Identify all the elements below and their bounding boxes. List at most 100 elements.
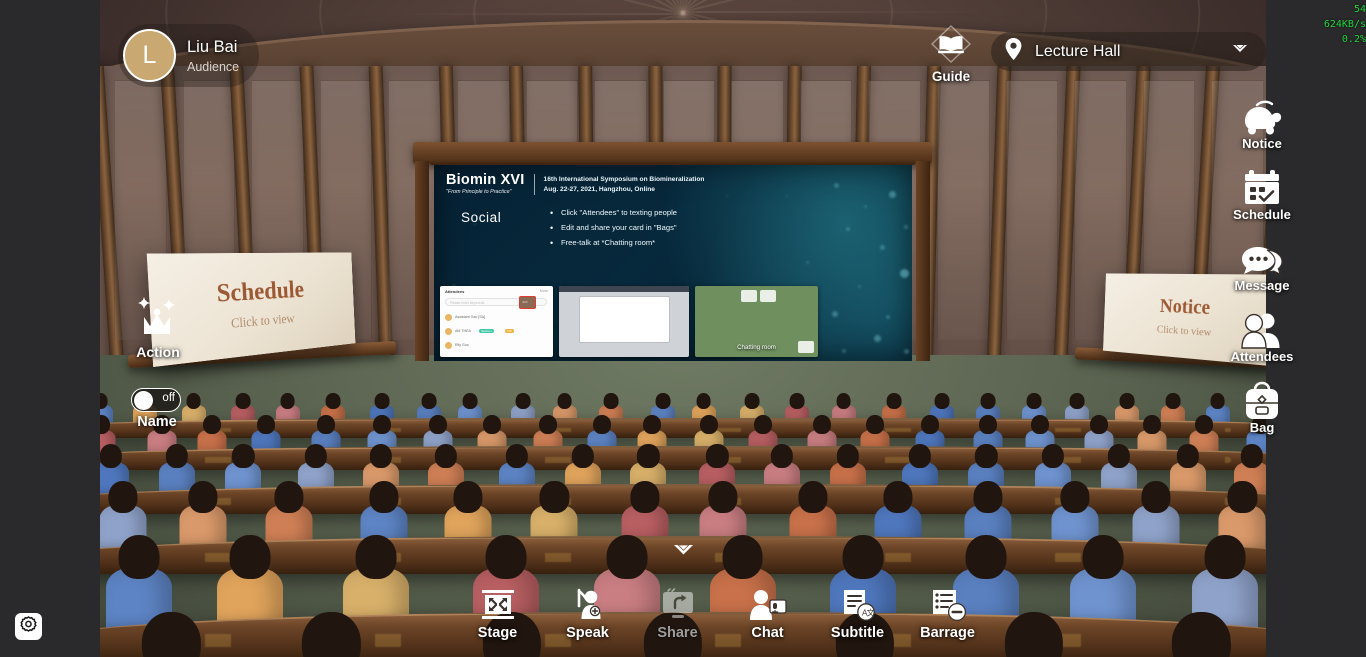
screen-share-icon: [646, 583, 709, 622]
slide-header-divider: [534, 174, 535, 195]
sidebar-item-bag-label: Bag: [1226, 420, 1298, 435]
guide-button[interactable]: Guide: [925, 25, 977, 84]
thumb-avatar: [445, 342, 452, 349]
sidebar-item-schedule[interactable]: Schedule: [1226, 166, 1298, 222]
location-selector[interactable]: Lecture Hall: [991, 32, 1266, 71]
name-toggle[interactable]: off: [131, 388, 181, 412]
thumb-attendee-row: Assistant Gao [SA]: [445, 314, 548, 322]
barrage-off-icon: [916, 583, 979, 622]
thumb-attendee-tag: VIP: [505, 329, 514, 333]
stat-fps: 54: [1324, 2, 1366, 17]
slide-bullet: Click "Attendees" to texting people: [550, 209, 677, 218]
thumbnail-card-editor: [559, 286, 689, 357]
thumb-highlight-chat-icon: [519, 296, 536, 309]
backpack-icon: [1226, 379, 1298, 421]
action-button-label: Action: [133, 344, 183, 360]
poster-notice-title: Notice: [1159, 295, 1210, 320]
stage-frame-top: [413, 142, 932, 164]
map-pin-icon: [1004, 37, 1023, 66]
person-video-icon: [736, 583, 799, 622]
toolbar-item-stage-label: Stage: [466, 625, 529, 641]
thumb-attendee-row: Rily Guo: [445, 342, 548, 350]
thumb-chatting-room-label: Chatting room: [695, 344, 818, 351]
poster-notice-subtitle: Click to view: [1157, 323, 1212, 338]
name-toggle-group: off Name: [131, 388, 183, 430]
settings-button[interactable]: [15, 613, 42, 640]
location-name: Lecture Hall: [1035, 43, 1230, 61]
calendar-check-icon: [1226, 166, 1298, 208]
user-role: Audience: [187, 60, 239, 74]
thumbnail-attendees-panel: Attendees More Please enter keywords Ass…: [440, 286, 553, 357]
thumb-attendees-search-placeholder: Please enter keywords: [450, 301, 484, 305]
slide-meta-line1: 16th International Symposium on Biominer…: [544, 175, 705, 185]
sidebar-item-message[interactable]: Message: [1226, 237, 1298, 293]
right-sidebar: Notice Schedule Message Attendees Bag: [1226, 95, 1298, 435]
sidebar-item-notice[interactable]: Notice: [1226, 95, 1298, 151]
slide-brand: Biomin XVI "From Principle to Practice": [446, 173, 525, 195]
sidebar-item-schedule-label: Schedule: [1226, 207, 1298, 222]
audience-member: [987, 612, 1081, 657]
toolbar-item-speak[interactable]: Speak: [556, 583, 619, 641]
thumb-video-tile: [760, 290, 776, 302]
toolbar-item-barrage[interactable]: Barrage: [916, 583, 979, 641]
poster-schedule-subtitle: Click to view: [231, 311, 295, 332]
thumb-avatar: [445, 328, 452, 335]
slide-bullet: Edit and share your card in "Bags": [550, 224, 677, 233]
action-button[interactable]: Action: [133, 293, 183, 360]
stage-screen[interactable]: Biomin XVI "From Principle to Practice" …: [425, 143, 920, 378]
thumb-attendee-name: AM THEA: [455, 329, 471, 333]
performance-stats-overlay: 54 624KB/s 0.2%: [1324, 2, 1366, 47]
chevron-down-icon[interactable]: [1230, 41, 1250, 62]
slide-brand-tagline: "From Principle to Practice": [446, 189, 525, 195]
toolbar-item-share-label: Share: [646, 625, 709, 641]
stage-frame-left: [415, 161, 429, 361]
chevron-down-icon: [672, 548, 695, 565]
book-icon: [930, 50, 972, 67]
slide-bullet: Free-talk at *Chatting room*: [550, 239, 677, 248]
slide-meta: 16th International Symposium on Biominer…: [544, 173, 705, 195]
toolbar-item-subtitle-label: Subtitle: [826, 625, 889, 641]
thumb-avatar: [445, 314, 452, 321]
audience-member: [124, 612, 218, 657]
thumb-attendee-name: Rily Guo: [455, 343, 469, 347]
name-toggle-label: Name: [131, 414, 183, 430]
thumb-titlebar: [559, 286, 689, 292]
slide-thumbnail-row: Attendees More Please enter keywords Ass…: [440, 286, 818, 357]
slide-meta-line2: Aug. 22-27, 2021, Hangzhou, Online: [544, 185, 705, 195]
thumb-video-tile: [741, 290, 757, 302]
poster-schedule-title: Schedule: [216, 277, 304, 309]
slide-section-title: Social: [461, 210, 501, 225]
toolbar-item-speak-label: Speak: [556, 625, 619, 641]
name-toggle-state: off: [162, 392, 175, 404]
thumb-attendee-name: Assistant Gao [SA]: [455, 315, 485, 319]
audience-member: [284, 612, 378, 657]
gear-icon: [20, 616, 37, 638]
guide-button-label: Guide: [925, 69, 977, 84]
toolbar-item-chat[interactable]: Chat: [736, 583, 799, 641]
thumbnail-chatting-room: Chatting room: [695, 286, 818, 357]
user-profile-chip[interactable]: L Liu Bai Audience: [118, 24, 259, 87]
toolbar-item-stage[interactable]: Stage: [466, 583, 529, 641]
name-toggle-knob: [134, 391, 153, 410]
subtitle-lang-icon: A 文: [826, 583, 889, 622]
thumb-window: [579, 296, 670, 343]
sidebar-item-bag[interactable]: Bag: [1226, 379, 1298, 435]
audience-member: [1154, 612, 1248, 657]
slide-bullet-list: Click "Attendees" to texting people Edit…: [550, 209, 677, 255]
collapse-toolbar-button[interactable]: [672, 542, 695, 566]
sidebar-item-attendees[interactable]: Attendees: [1226, 308, 1298, 364]
presentation-slide[interactable]: Biomin XVI "From Principle to Practice" …: [434, 165, 912, 361]
toolbar-item-subtitle[interactable]: A 文 Subtitle: [826, 583, 889, 641]
thumb-attendees-title: Attendees: [445, 289, 464, 294]
bottom-toolbar: Stage Speak Share Chat A 文 Subtitle Barr…: [466, 583, 979, 641]
toolbar-item-share[interactable]: Share: [646, 583, 709, 641]
sidebar-item-notice-label: Notice: [1226, 136, 1298, 151]
thumb-attendees-more: More: [540, 289, 548, 293]
thumb-attendee-tag: Session: [479, 329, 494, 333]
stat-cpu: 0.2%: [1324, 32, 1366, 47]
stage-expand-icon: [466, 583, 529, 622]
crown-sparkle-icon: [133, 328, 183, 345]
avatar: L: [123, 29, 176, 82]
stage-frame-right: [916, 161, 930, 361]
megaphone-icon: [1226, 95, 1298, 137]
